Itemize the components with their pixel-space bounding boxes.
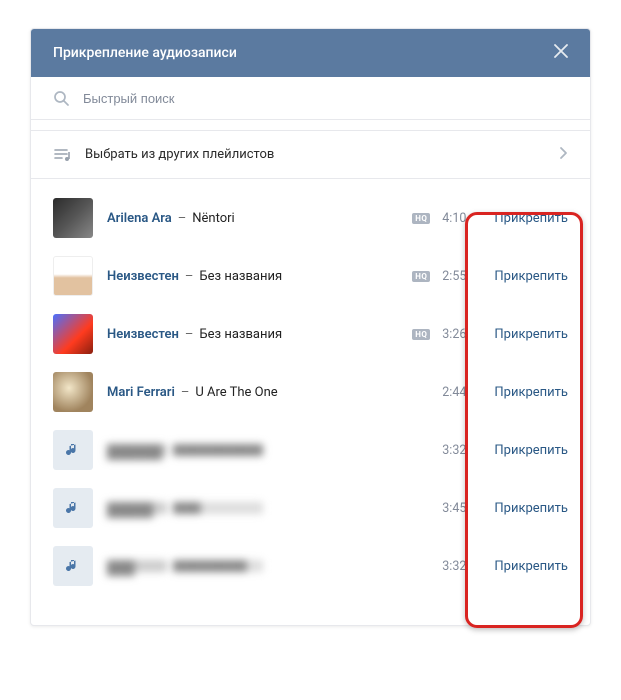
track-row[interactable]: Неизвестен–Без названияHQ3:26Прикрепить bbox=[31, 305, 590, 363]
attach-button[interactable]: Прикрепить bbox=[494, 269, 568, 284]
dash: – bbox=[181, 385, 190, 400]
playlist-icon bbox=[53, 146, 71, 164]
track-cover bbox=[53, 546, 93, 586]
track-cover bbox=[53, 488, 93, 528]
track-title: U Are The One bbox=[195, 385, 277, 400]
track-duration: 3:45 bbox=[438, 501, 466, 516]
dash: – bbox=[185, 327, 194, 342]
attach-button[interactable]: Прикрепить bbox=[494, 501, 568, 516]
track-artist[interactable]: Arilena Ara bbox=[107, 211, 172, 226]
track-info: █████–███ bbox=[107, 502, 438, 514]
track-title: ████████████ bbox=[173, 444, 263, 456]
attach-button[interactable]: Прикрепить bbox=[494, 211, 568, 226]
dash: – bbox=[185, 269, 194, 284]
track-info: Arilena Ara–Nëntori bbox=[107, 211, 412, 226]
track-title: Nëntori bbox=[192, 211, 234, 226]
dialog-header: Прикрепление аудиозаписи bbox=[31, 29, 590, 77]
track-artist[interactable]: █████ bbox=[107, 502, 167, 514]
chevron-right-icon bbox=[559, 145, 568, 164]
track-artist[interactable]: Неизвестен bbox=[107, 269, 179, 284]
track-row[interactable]: Неизвестен–Без названияHQ2:55Прикрепить bbox=[31, 247, 590, 305]
track-cover bbox=[53, 430, 93, 470]
dialog-title: Прикрепление аудиозаписи bbox=[53, 45, 237, 61]
track-title: ███ bbox=[173, 502, 263, 514]
track-row[interactable]: █████–███3:45 Прикрепить bbox=[31, 479, 590, 537]
search-row bbox=[31, 77, 590, 120]
search-input[interactable] bbox=[83, 91, 568, 106]
track-row[interactable]: ██████–████████████3:32 Прикрепить bbox=[31, 421, 590, 479]
track-row[interactable]: Mari Ferrari–U Are The One2:44Прикрепить bbox=[31, 363, 590, 421]
track-list[interactable]: Arilena Ara–NëntoriHQ4:10ПрикрепитьНеизв… bbox=[31, 185, 590, 625]
track-row[interactable]: Arilena Ara–NëntoriHQ4:10Прикрепить bbox=[31, 189, 590, 247]
track-row[interactable]: ███–████████3:32 Прикрепить bbox=[31, 537, 590, 595]
track-info: Неизвестен–Без названия bbox=[107, 269, 412, 284]
track-title: Без названия bbox=[199, 327, 282, 342]
hq-badge: HQ bbox=[412, 213, 430, 224]
attach-button[interactable]: Прикрепить bbox=[494, 327, 568, 342]
track-duration: 4:10 bbox=[438, 211, 466, 226]
track-duration: 2:44 bbox=[438, 385, 466, 400]
track-info: ███–████████ bbox=[107, 560, 438, 572]
track-cover bbox=[53, 198, 93, 238]
hq-badge: HQ bbox=[412, 271, 430, 282]
playlist-selector-label: Выбрать из других плейлистов bbox=[85, 147, 559, 162]
search-icon bbox=[53, 90, 69, 106]
attach-button[interactable]: Прикрепить bbox=[494, 559, 568, 574]
track-title: Без названия bbox=[199, 269, 282, 284]
track-cover bbox=[53, 372, 93, 412]
close-icon[interactable] bbox=[554, 44, 568, 62]
attach-button[interactable]: Прикрепить bbox=[494, 443, 568, 458]
track-artist[interactable]: ██████ bbox=[107, 444, 167, 456]
track-info: Mari Ferrari–U Are The One bbox=[107, 385, 438, 400]
hq-badge: HQ bbox=[412, 329, 430, 340]
track-artist[interactable]: Mari Ferrari bbox=[107, 385, 175, 400]
track-cover bbox=[53, 256, 93, 296]
track-title: ████████ bbox=[173, 560, 263, 572]
track-cover bbox=[53, 314, 93, 354]
track-duration: 3:26 bbox=[438, 327, 466, 342]
track-artist[interactable]: Неизвестен bbox=[107, 327, 179, 342]
playlist-selector[interactable]: Выбрать из других плейлистов bbox=[31, 130, 590, 179]
track-duration: 3:32 bbox=[438, 443, 466, 458]
attach-button[interactable]: Прикрепить bbox=[494, 385, 568, 400]
track-duration: 3:32 bbox=[438, 559, 466, 574]
track-duration: 2:55 bbox=[438, 269, 466, 284]
attach-audio-dialog: Прикрепление аудиозаписи Выбрать из друг… bbox=[30, 28, 591, 626]
track-artist[interactable]: ███ bbox=[107, 560, 167, 572]
dash: – bbox=[178, 211, 187, 226]
track-info: Неизвестен–Без названия bbox=[107, 327, 412, 342]
track-info: ██████–████████████ bbox=[107, 444, 438, 456]
